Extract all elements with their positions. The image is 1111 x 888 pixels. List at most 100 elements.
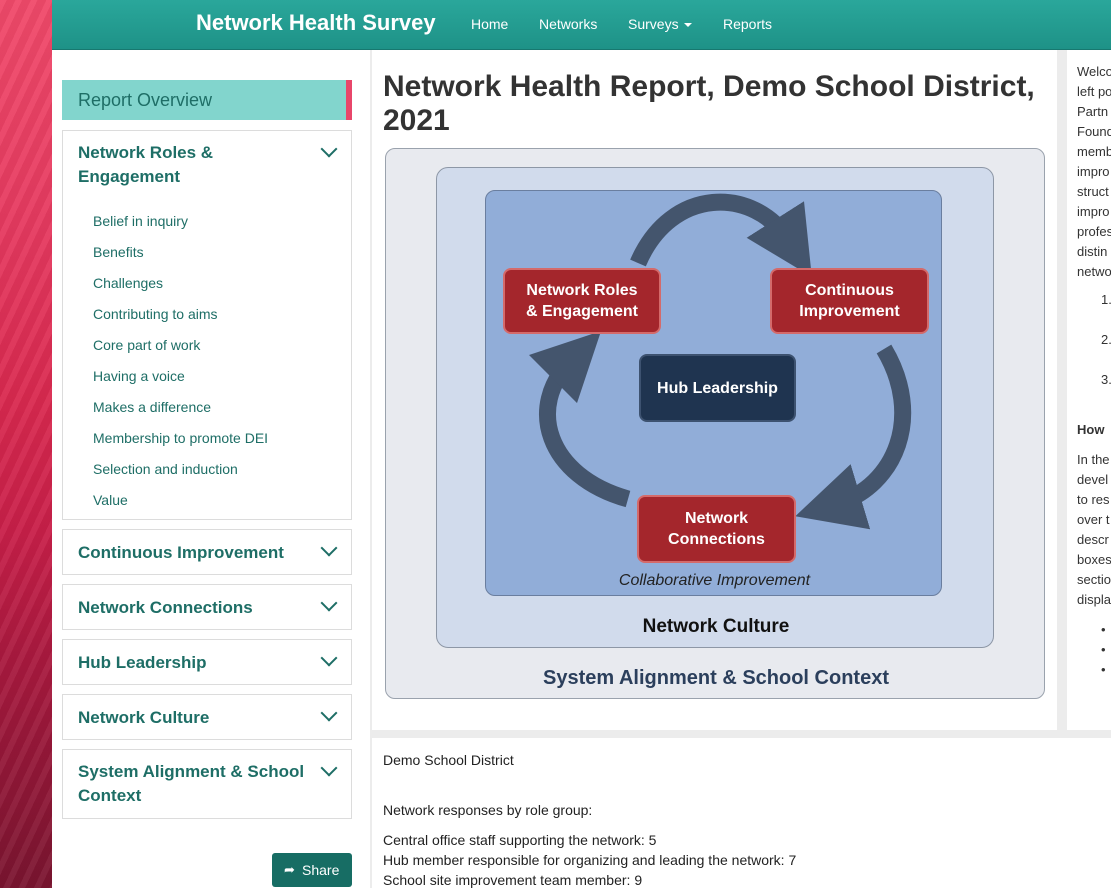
node-label-line: Network: [684, 510, 749, 527]
section-title-line: System Alignment & School: [78, 762, 305, 781]
caret-down-icon: [683, 23, 692, 28]
arrow-left: [528, 330, 631, 508]
response-row: Hub member responsible for organizing an…: [383, 852, 797, 868]
nav-surveys-label: Surveys: [628, 16, 679, 32]
share-arrow-icon: ➦: [284, 862, 295, 877]
sidebar-item-makes-a-difference[interactable]: Makes a difference: [93, 399, 211, 415]
intro-text: netwo: [1077, 264, 1111, 279]
section-title-line: Engagement: [78, 167, 181, 186]
sidebar-report-overview[interactable]: Report Overview: [62, 80, 352, 120]
responses-heading: Network responses by role group:: [383, 802, 593, 818]
network-culture-label: Network Culture: [642, 616, 790, 637]
sidebar-item-selection-induction[interactable]: Selection and induction: [93, 461, 238, 477]
response-row: Central office staff supporting the netw…: [383, 832, 657, 848]
intro-text: left po: [1077, 84, 1111, 99]
sidebar-item-belief-in-inquiry[interactable]: Belief in inquiry: [93, 213, 188, 229]
intro-text: impro: [1077, 204, 1110, 219]
section-title: Hub Leadership: [78, 653, 207, 672]
intro-text: sectio: [1077, 572, 1111, 587]
report-card: Network Health Report, Demo School Distr…: [372, 50, 1057, 730]
node-label-line: & Engagement: [525, 303, 638, 320]
sidebar-section-hub-leadership[interactable]: Hub Leadership: [62, 639, 352, 685]
sidebar-item-membership-dei[interactable]: Membership to promote DEI: [93, 430, 268, 446]
node-continuous-improvement: Continuous Improvement: [770, 268, 929, 334]
sidebar-item-having-a-voice[interactable]: Having a voice: [93, 368, 185, 384]
intro-text: descr: [1077, 532, 1109, 547]
sidebar-section-network-connections[interactable]: Network Connections: [62, 584, 352, 630]
node-network-roles: Network Roles & Engagement: [503, 268, 661, 334]
sidebar-section-roles: Network Roles & Engagement Belief in inq…: [62, 130, 352, 520]
intro-subheading: How: [1077, 422, 1105, 437]
page-title-line: Network Health Report, Demo School Distr…: [383, 70, 1035, 103]
intro-text: displa: [1077, 592, 1111, 607]
district-summary-card: Demo School District Network responses b…: [372, 738, 1111, 888]
section-title-line: Context: [78, 786, 142, 805]
intro-list-number: 3.: [1101, 372, 1111, 387]
nav-surveys[interactable]: Surveys: [628, 16, 692, 32]
intro-text: struct: [1077, 184, 1109, 199]
intro-text-panel: Welco left po Partn Found memb impro str…: [1067, 50, 1111, 730]
intro-list-number: 2.: [1101, 332, 1111, 347]
arrow-top: [630, 193, 812, 277]
intro-text: profes: [1077, 224, 1111, 239]
chevron-down-icon[interactable]: [320, 140, 338, 158]
sidebar-section-system-alignment[interactable]: System Alignment & School Context: [62, 749, 352, 819]
background-photo: [0, 0, 56, 888]
navbar: Network Health Survey Home Networks Surv…: [52, 0, 1111, 50]
intro-text: impro: [1077, 164, 1110, 179]
intro-text: over t: [1077, 512, 1110, 527]
section-title: Continuous Improvement: [78, 543, 284, 562]
section-title: System Alignment & School Context: [78, 760, 304, 808]
chevron-down-icon[interactable]: [320, 759, 338, 777]
network-health-diagram: Network Roles & Engagement Continuous Im…: [385, 148, 1045, 699]
intro-bullet: •: [1101, 642, 1106, 657]
district-name: Demo School District: [383, 752, 514, 768]
intro-text: distin: [1077, 244, 1108, 259]
node-label-line: Continuous: [805, 282, 894, 299]
intro-text: boxes: [1077, 552, 1111, 567]
sidebar-item-contributing-to-aims[interactable]: Contributing to aims: [93, 306, 218, 322]
nav-reports[interactable]: Reports: [723, 16, 772, 32]
intro-text: memb: [1077, 144, 1111, 159]
intro-bullet: •: [1101, 622, 1106, 637]
sidebar-item-core-part-of-work[interactable]: Core part of work: [93, 337, 200, 353]
page-title: Network Health Report, Demo School Distr…: [383, 70, 1043, 138]
node-label-line: Network Roles: [526, 282, 638, 299]
page-title-line: 2021: [383, 104, 450, 137]
nav-home[interactable]: Home: [471, 16, 508, 32]
section-title: Network Connections: [78, 598, 253, 617]
section-title-roles[interactable]: Network Roles & Engagement: [78, 141, 213, 189]
node-label-line: Improvement: [799, 303, 900, 320]
intro-text: Welco: [1077, 64, 1111, 79]
collaborative-improvement-label: Collaborative Improvement: [618, 572, 811, 589]
intro-text: Partn: [1077, 104, 1109, 119]
chevron-down-icon[interactable]: [320, 649, 338, 667]
sidebar-item-challenges[interactable]: Challenges: [93, 275, 163, 291]
sidebar-item-value[interactable]: Value: [93, 492, 128, 508]
section-title: Network Culture: [78, 708, 210, 727]
share-label: Share: [302, 862, 340, 878]
section-title-line: Network Roles &: [78, 143, 214, 162]
chevron-down-icon[interactable]: [320, 704, 338, 722]
sidebar-section-network-culture[interactable]: Network Culture: [62, 694, 352, 740]
chevron-down-icon[interactable]: [320, 539, 338, 557]
arrow-right: [795, 344, 912, 530]
node-network-connections: Network Connections: [637, 495, 796, 563]
sidebar: Report Overview Network Roles & Engageme…: [52, 50, 370, 888]
node-label-line: Connections: [668, 531, 765, 548]
response-row: School site improvement team member: 9: [383, 872, 643, 888]
sidebar-item-benefits[interactable]: Benefits: [93, 244, 144, 260]
nav-networks[interactable]: Networks: [539, 16, 597, 32]
share-button[interactable]: ➦ Share: [272, 853, 352, 887]
network-culture-layer: Network Roles & Engagement Continuous Im…: [436, 167, 994, 648]
chevron-down-icon[interactable]: [320, 594, 338, 612]
system-alignment-label: System Alignment & School Context: [543, 667, 889, 689]
intro-bullet: •: [1101, 662, 1106, 677]
intro-text: In the: [1077, 452, 1110, 467]
brand-title[interactable]: Network Health Survey: [196, 10, 436, 36]
intro-text: Found: [1077, 124, 1111, 139]
sidebar-section-continuous-improvement[interactable]: Continuous Improvement: [62, 529, 352, 575]
intro-text: devel: [1077, 472, 1109, 487]
report-overview-label: Report Overview: [78, 90, 213, 110]
node-hub-leadership: Hub Leadership: [639, 354, 796, 422]
